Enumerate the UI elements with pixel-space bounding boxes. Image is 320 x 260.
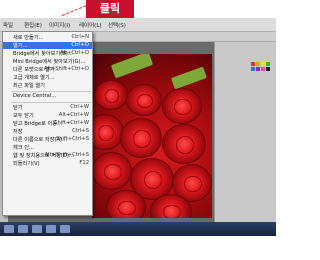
menu-item-open[interactable]: 열기... Ctrl+O (3, 42, 92, 49)
rose (106, 190, 146, 218)
menu-item-close[interactable]: 닫기 Ctrl+W (3, 104, 92, 111)
rose (162, 88, 202, 124)
menu-layer[interactable]: 레이어(L) (79, 21, 102, 29)
menu-item-save-as[interactable]: 다른 이름으로 저장(A)... Shift+Ctrl+S (3, 136, 92, 143)
swatches-panel[interactable] (214, 42, 276, 222)
leaf-shape (170, 66, 208, 90)
menu-item-browse-bridge[interactable]: Bridge에서 찾아보기(B)... Alt+Ctrl+O (3, 50, 92, 57)
menu-item-device-central[interactable]: Device Central... (3, 93, 92, 100)
menu-file[interactable]: 파일 (3, 21, 13, 29)
taskbar-app-icon[interactable] (60, 225, 70, 233)
menu-item-check-in[interactable]: 체크 인... (3, 144, 92, 151)
rose (92, 152, 132, 190)
rose (94, 80, 128, 110)
menu-bar: 파일 편집(E) 이미지(I) 레이어(L) 선택(S) (0, 18, 276, 32)
swatch[interactable] (256, 62, 260, 66)
menu-item-open-as[interactable]: 다른 포맷으로 열기... Alt+Shift+Ctrl+O (3, 66, 92, 73)
swatch[interactable] (261, 62, 265, 66)
taskbar-app-icon[interactable] (46, 225, 56, 233)
file-menu-dropdown: 새로 만들기... Ctrl+N 열기... Ctrl+O Bridge에서 찾아보… (2, 31, 93, 216)
menu-image[interactable]: 이미지(I) (49, 21, 70, 29)
menu-item-browse-mini-bridge[interactable]: Mini Bridge에서 찾아보기(G)... (3, 58, 92, 65)
menu-item-open-smart-object[interactable]: 고급 개체로 열기... (3, 74, 92, 81)
swatch[interactable] (266, 67, 270, 71)
menu-edit[interactable]: 편집(E) (24, 21, 42, 29)
swatch[interactable] (251, 67, 255, 71)
swatch[interactable] (251, 62, 255, 66)
menu-separator (11, 91, 91, 92)
windows-taskbar (0, 222, 276, 236)
swatch[interactable] (261, 67, 265, 71)
swatch[interactable] (266, 62, 270, 66)
photoshop-window: 파일 편집(E) 이미지(I) 레이어(L) 선택(S) 새로 만들기... C… (0, 18, 276, 236)
click-callout-label: 클릭 (86, 0, 134, 18)
rose (92, 114, 124, 150)
taskbar-app-icon[interactable] (32, 225, 42, 233)
leaf-shape (110, 54, 154, 79)
taskbar-app-icon[interactable] (18, 225, 28, 233)
menu-item-revert[interactable]: 되돌리기(V) F12 (3, 160, 92, 167)
menu-item-open-recent[interactable]: 최근 파일 열기 (3, 82, 92, 89)
menu-item-new[interactable]: 새로 만들기... Ctrl+N (3, 34, 92, 41)
menu-item-close-go-bridge[interactable]: 닫고 Bridge로 이동... Shift+Ctrl+W (3, 120, 92, 127)
swatch[interactable] (256, 67, 260, 71)
menu-item-save[interactable]: 저장 Ctrl+S (3, 128, 92, 135)
menu-separator (11, 102, 91, 103)
callout-pointer-line (61, 5, 87, 16)
menu-select[interactable]: 선택(S) (108, 21, 126, 29)
start-icon[interactable] (4, 225, 14, 233)
rose (126, 84, 162, 116)
rose (120, 118, 162, 158)
rose-photo-canvas[interactable] (92, 54, 212, 218)
menu-item-save-for-web[interactable]: 웹 및 장치용으로 저장(D)... Alt+Shift+Ctrl+S (3, 152, 92, 159)
rose (162, 124, 206, 164)
menu-item-close-all[interactable]: 모두 닫기 Alt+Ctrl+W (3, 112, 92, 119)
